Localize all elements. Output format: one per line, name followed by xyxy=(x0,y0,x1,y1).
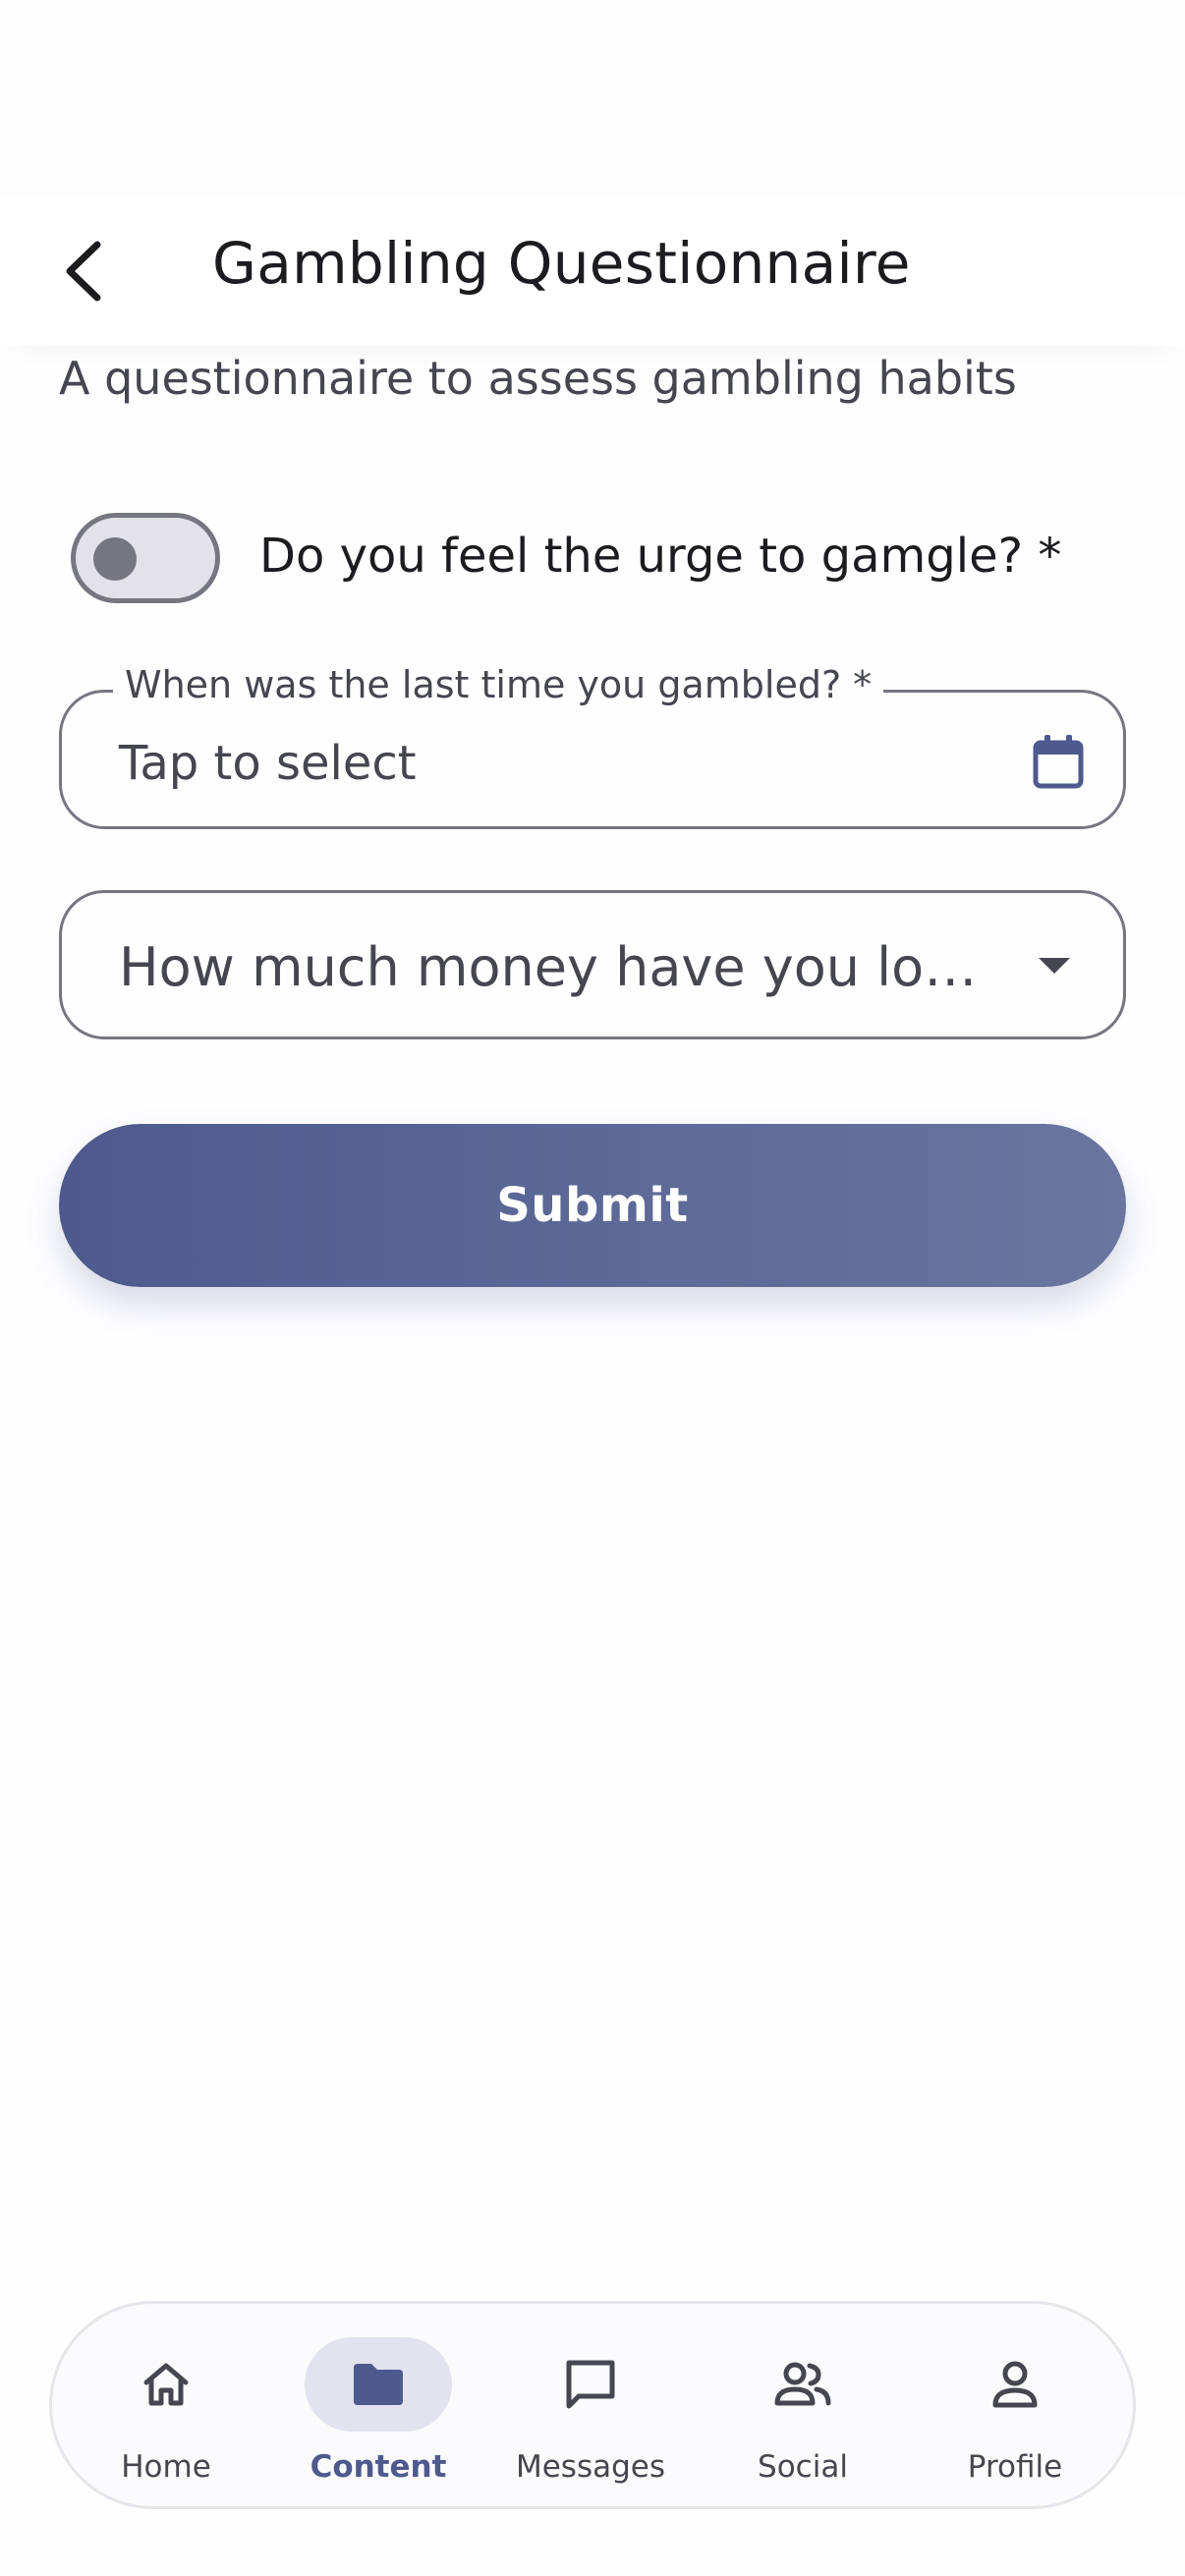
chevron-left-icon xyxy=(66,241,101,302)
nav-item-social[interactable]: Social xyxy=(697,2304,909,2506)
home-icon xyxy=(143,2363,189,2406)
back-button[interactable] xyxy=(39,226,130,316)
app-bar: Gambling Questionnaire xyxy=(0,196,1185,346)
switch-thumb xyxy=(93,537,137,581)
dropdown-arrow-icon xyxy=(1039,958,1070,974)
calendar-icon xyxy=(1033,735,1084,789)
calendar-button[interactable] xyxy=(1029,732,1088,791)
nav-item-content[interactable]: Content xyxy=(272,2304,484,2506)
nav-item-profile[interactable]: Profile xyxy=(909,2304,1121,2506)
last-gambled-date-field[interactable]: When was the last time you gambled? * Ta… xyxy=(59,663,1126,829)
nav-item-home[interactable]: Home xyxy=(60,2304,272,2506)
nav-icon-container xyxy=(941,2337,1089,2432)
bottom-navigation: Home Content Messages Social Profile xyxy=(49,2301,1136,2509)
page-subtitle: A questionnaire to assess gambling habit… xyxy=(59,352,1017,405)
date-field-value: Tap to select xyxy=(119,736,417,791)
money-lost-dropdown[interactable]: How much money have you lost t... xyxy=(59,890,1126,1039)
nav-active-indicator xyxy=(305,2337,452,2432)
date-field-label: When was the last time you gambled? * xyxy=(113,663,884,706)
app-screen: Gambling Questionnaire A questionnaire t… xyxy=(0,0,1185,2576)
nav-label-home: Home xyxy=(121,2449,211,2485)
urge-toggle-label: Do you feel the urge to gamgle? * xyxy=(259,529,1062,584)
people-icon xyxy=(774,2362,831,2406)
page-title: Gambling Questionnaire xyxy=(212,230,911,297)
person-icon xyxy=(992,2361,1038,2408)
folder-icon xyxy=(354,2364,403,2405)
nav-label-social: Social xyxy=(758,2449,848,2485)
nav-label-profile: Profile xyxy=(967,2449,1063,2485)
nav-label-messages: Messages xyxy=(515,2449,666,2485)
submit-button[interactable]: Submit xyxy=(59,1124,1126,1287)
message-icon xyxy=(566,2360,615,2409)
urge-toggle-switch[interactable] xyxy=(71,513,220,603)
nav-item-messages[interactable]: Messages xyxy=(484,2304,697,2506)
nav-icon-container xyxy=(92,2337,240,2432)
nav-icon-container xyxy=(517,2337,664,2432)
nav-label-content: Content xyxy=(310,2449,447,2485)
dropdown-selected-value: How much money have you lost t... xyxy=(119,936,1003,998)
nav-icon-container xyxy=(729,2337,876,2432)
